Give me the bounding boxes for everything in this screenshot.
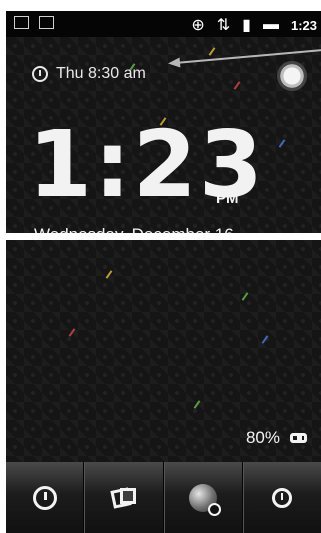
gallery-button[interactable] <box>84 462 164 533</box>
top-clock-panel: Thu 8:30 am 1:23 PM Wednesday, December … <box>6 37 321 233</box>
annotation-arrow-head <box>167 57 181 69</box>
clock-icon <box>272 487 293 508</box>
brightness-button[interactable] <box>277 61 307 91</box>
battery-percent: 80% <box>245 428 280 447</box>
gallery-icon <box>111 486 137 510</box>
next-alarm[interactable]: Thu 8:30 am <box>32 65 146 83</box>
data-icon: ⇅ <box>216 17 231 34</box>
sd-card-icon <box>39 16 54 29</box>
world-clock-icon <box>189 483 222 516</box>
alarm-icon <box>32 485 57 510</box>
status-bar-time: 1:23 <box>290 17 317 33</box>
battery-charging-icon <box>290 433 307 443</box>
battery-status: 80% <box>246 428 307 448</box>
world-clock-button[interactable] <box>163 462 243 533</box>
date-text: Wednesday, December 16 <box>34 225 234 233</box>
battery-icon: ▬ <box>262 16 279 33</box>
bottom-clock-panel: 80% <box>6 240 321 462</box>
gps-icon: ⊕ <box>191 17 205 34</box>
signal-icon: ▮ <box>242 17 251 34</box>
next-alarm-text: Thu 8:30 am <box>56 65 146 82</box>
email-icon <box>14 16 29 29</box>
status-bar: ⊕ ⇅ ▮ ▬ 1:23 <box>6 11 321 37</box>
am-pm-label: PM <box>216 190 239 207</box>
bottom-dock <box>6 462 321 533</box>
alarm-icon <box>32 66 48 82</box>
alarm-button[interactable] <box>6 462 85 533</box>
clock-button[interactable] <box>242 462 321 533</box>
